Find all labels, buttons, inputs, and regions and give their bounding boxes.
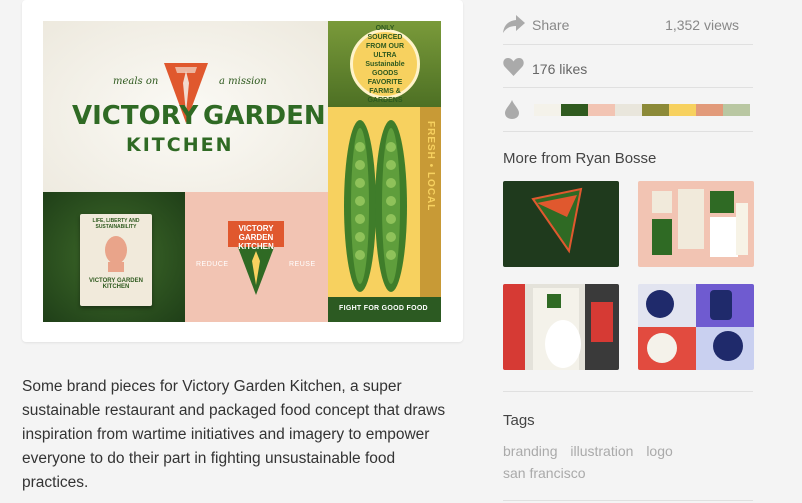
tag-illustration[interactable]: illustration [570, 443, 633, 459]
logo-word-garden: GARDEN [203, 101, 326, 131]
likes-row: 176 likes [503, 53, 753, 83]
like-count[interactable]: 176 likes [532, 61, 587, 77]
color-swatch[interactable] [696, 104, 723, 116]
heart-icon[interactable] [503, 57, 524, 76]
logo-word-victory: VICTORY [72, 101, 199, 131]
shot-image[interactable]: meals on a mission VICTORY GARDEN KITCHE… [43, 21, 441, 322]
reuse-text: REUSE [289, 261, 316, 268]
view-count: 1,352 views [665, 17, 739, 33]
color-swatch[interactable] [723, 104, 750, 116]
peas-illustration [344, 120, 407, 292]
color-swatch[interactable] [534, 104, 561, 116]
related-shot-thumbnail[interactable] [503, 181, 619, 267]
color-swatches [534, 104, 750, 116]
logo-word-kitchen: KITCHEN [126, 134, 234, 156]
reduce-text: REDUCE [196, 261, 229, 268]
logo-tagline-left: meals on [113, 76, 159, 87]
fight-for-good-food-text: FIGHT FOR GOOD FOOD [339, 305, 428, 312]
badge-seal: ONLY SOURCED FROM OUR ULTRA Sustainable … [350, 25, 420, 104]
shot-card: meals on a mission VICTORY GARDEN KITCHE… [22, 0, 463, 342]
book-motto: LIFE, LIBERTY AND SUSTAINABILITY [92, 218, 140, 230]
color-swatch[interactable] [615, 104, 642, 116]
fresh-local-text: FRESH • LOCAL [425, 121, 436, 212]
related-shot-thumbnail[interactable] [638, 181, 754, 267]
share-button[interactable]: Share [532, 17, 569, 33]
portrait-icon [105, 236, 127, 272]
divider [503, 87, 753, 88]
logo-tagline-right: a mission [219, 76, 267, 87]
badge-text: ONLY SOURCED FROM OUR ULTRA Sustainable … [365, 24, 405, 104]
shot-description: Some brand pieces for Victory Garden Kit… [22, 378, 446, 491]
thumb-pennant-art [503, 181, 619, 267]
thumb-stationery-art [638, 181, 754, 267]
color-drop-icon [505, 100, 519, 119]
tag-list: branding illustration logo san francisco [503, 440, 753, 484]
color-swatch[interactable] [588, 104, 615, 116]
more-from-title: More from Ryan Bosse [503, 150, 657, 167]
color-swatch[interactable] [561, 104, 588, 116]
book-cover: LIFE, LIBERTY AND SUSTAINABILITY VICTORY… [80, 214, 152, 306]
color-swatch[interactable] [642, 104, 669, 116]
color-swatch[interactable] [669, 104, 696, 116]
color-palette-row [503, 96, 753, 124]
share-row: Share 1,352 views [503, 10, 753, 38]
related-shot-thumbnail[interactable] [638, 284, 754, 370]
tags-title: Tags [503, 412, 535, 429]
tag-branding[interactable]: branding [503, 443, 558, 459]
book-brand: VICTORY GARDEN KITCHEN [89, 278, 143, 290]
share-arrow-icon[interactable] [503, 15, 525, 33]
thumb-packaging-art [503, 284, 619, 370]
divider [503, 391, 753, 392]
pink-brand-text: VICTORY GARDEN KITCHEN [238, 224, 274, 251]
divider [503, 500, 753, 501]
related-shot-thumbnail[interactable] [503, 284, 619, 370]
tag-logo[interactable]: logo [646, 443, 672, 459]
divider [503, 131, 753, 132]
thumb-patches-art [638, 284, 754, 370]
divider [503, 44, 753, 45]
tag-san-francisco[interactable]: san francisco [503, 465, 585, 481]
